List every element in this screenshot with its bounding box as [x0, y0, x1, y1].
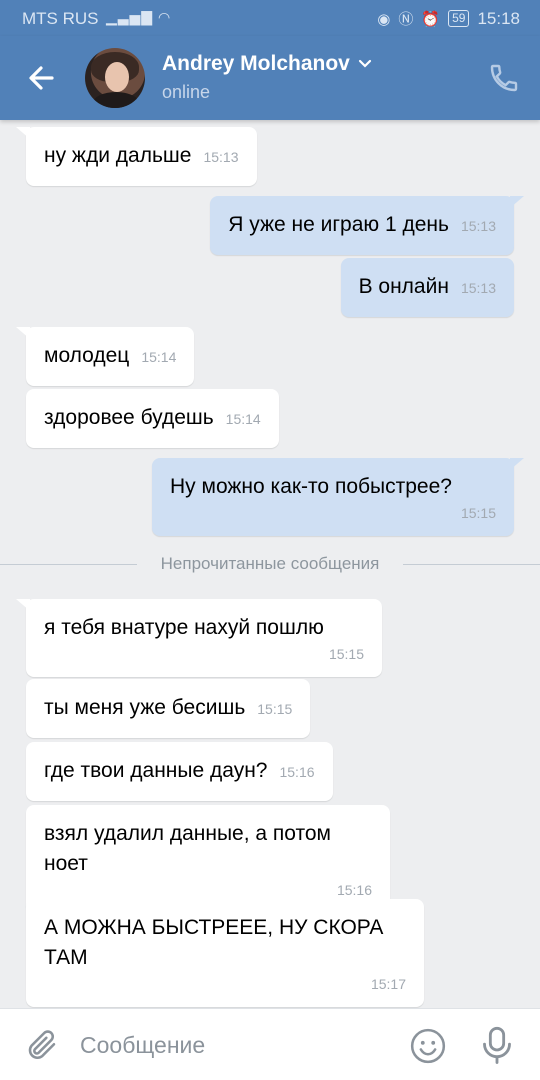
message-bubble[interactable]: ты меня уже бесишь 15:15 [26, 679, 311, 738]
unread-divider-label: Непрочитанные сообщения [160, 554, 380, 573]
message-text: взял удалил данные, а потом ноет [44, 822, 331, 875]
chevron-down-icon [358, 59, 371, 68]
arrow-left-icon [29, 66, 54, 90]
contact-name[interactable]: Andrey Molchanov [162, 52, 372, 76]
message-time: 15:17 [370, 976, 406, 992]
message-bubble[interactable]: Я уже не играю 1 день 15:13 [210, 196, 524, 255]
message-time: 15:15 [460, 505, 496, 521]
attach-button[interactable] [24, 1027, 60, 1063]
message-text: ну жди дальше [44, 144, 192, 167]
battery-icon: 59 [448, 10, 470, 27]
status-time: 15:18 [477, 8, 520, 28]
emoji-button[interactable] [409, 1027, 447, 1065]
avatar[interactable] [85, 48, 145, 108]
alarm-icon: ⏰ [421, 10, 441, 28]
message-bubble[interactable]: я тебя внатуре нахуй пошлю 15:15 [16, 599, 382, 677]
message-text: А МОЖНА БЫСТРЕЕЕ, НУ СКОРА ТАМ [44, 916, 384, 969]
message-text: я тебя внатуре нахуй пошлю [44, 616, 324, 639]
message-text: ты меня уже бесишь [44, 696, 246, 719]
message-text: здоровее будешь [44, 406, 214, 429]
back-button[interactable] [22, 58, 62, 98]
message-text: молодец [44, 344, 130, 367]
unread-divider: Непрочитанные сообщения [0, 552, 540, 576]
signal-icon: ▁▃▅▇ ◠ [106, 9, 172, 25]
message-text: где твои данные даун? [44, 759, 268, 782]
paperclip-icon [28, 1030, 56, 1060]
message-list[interactable]: ну жди дальше 15:13 Я уже не играю 1 день… [0, 120, 540, 1008]
chat-header: Andrey Molchanov online [0, 36, 540, 120]
call-button[interactable] [488, 62, 520, 94]
message-time: 15:15 [328, 646, 364, 662]
message-time: 15:13 [460, 280, 496, 296]
message-time: 15:13 [203, 149, 239, 165]
message-bubble[interactable]: здоровее будешь 15:14 [26, 389, 279, 448]
message-time: 15:13 [460, 218, 496, 234]
message-bubble[interactable]: ну жди дальше 15:13 [16, 127, 257, 186]
message-bubble[interactable]: взял удалил данные, а потом ноет 15:16 [26, 805, 390, 913]
message-bubble[interactable]: Ну можно как-то побыстрее? 15:15 [152, 458, 524, 536]
message-text: Ну можно как-то побыстрее? [170, 475, 452, 498]
message-bubble[interactable]: А МОЖНА БЫСТРЕЕЕ, НУ СКОРА ТАМ 15:17 [26, 899, 424, 1007]
message-text: Я уже не играю 1 день [228, 213, 449, 236]
message-bubble[interactable]: где твои данные даун? 15:16 [26, 742, 333, 801]
message-text: В онлайн [358, 275, 449, 298]
presence-status: online [162, 82, 211, 102]
message-input[interactable] [80, 1023, 380, 1067]
message-time: 15:16 [336, 882, 372, 898]
nfc-icon: Ⓝ [398, 11, 414, 28]
smile-icon [410, 1028, 446, 1064]
contact-name-label: Andrey Molchanov [162, 52, 350, 75]
carrier-label: MTS RUS [22, 9, 99, 28]
phone-icon [490, 64, 518, 92]
status-icons: ◉ Ⓝ ⏰ 59 15:18 [377, 8, 520, 29]
microphone-icon [483, 1026, 511, 1064]
divider-line [403, 563, 540, 565]
message-bubble[interactable]: В онлайн 15:13 [340, 258, 514, 317]
message-time: 15:16 [279, 764, 315, 780]
status-bar: MTS RUS ▁▃▅▇ ◠ ◉ Ⓝ ⏰ 59 15:18 [0, 0, 540, 36]
divider-line [0, 563, 137, 565]
message-bubble[interactable]: молодец 15:14 [16, 327, 195, 386]
message-time: 15:14 [141, 349, 177, 365]
composer [0, 1008, 540, 1080]
voice-message-button[interactable] [480, 1025, 514, 1065]
eye-icon: ◉ [377, 10, 391, 28]
message-time: 15:15 [257, 701, 293, 717]
message-time: 15:14 [225, 411, 261, 427]
